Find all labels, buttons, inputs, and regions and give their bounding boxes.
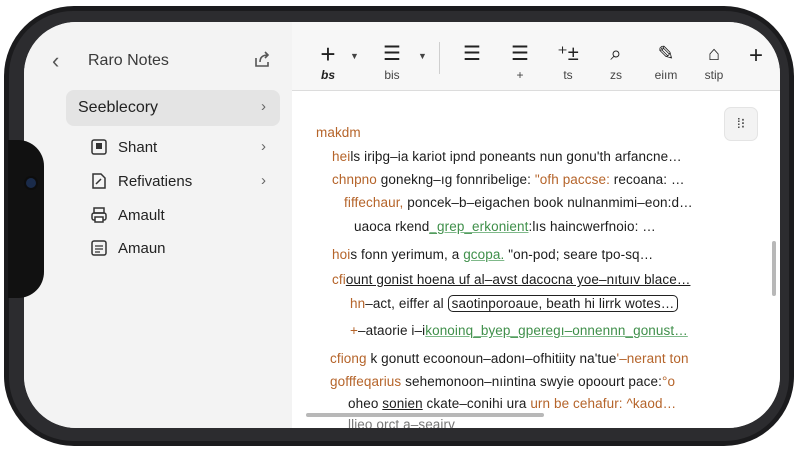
add-icon: + [320, 39, 336, 69]
search-text-icon: ⌕ [610, 43, 622, 65]
toolbar-label: stip [704, 68, 724, 82]
sidebar-item-label: Refivatiens [118, 172, 193, 190]
document-lines-icon [91, 240, 107, 256]
app-screen: ‹ Raro Notes Seeblecory › Shant › Refiva… [24, 22, 780, 428]
format-toolbar: + bs ▼ ☰ bis ▼ ☰ ☰ + ⁺± ts ⌕ zs ✎ eiım ⌂… [292, 22, 780, 91]
sidebar-item-seeblecory[interactable]: Seeblecory › [66, 90, 280, 126]
text-line: gofffeqarius sehemonoon–nıintina swyie o… [330, 374, 676, 389]
chevron-right-icon: › [261, 98, 266, 115]
sidebar-header: ‹ Raro Notes [24, 40, 292, 80]
text-line: uaoca rkend_grep_erkonient:lıs haincwerf… [354, 219, 656, 234]
camera-notch [8, 140, 44, 298]
toolbar-label: ts [563, 68, 573, 82]
sidebar: ‹ Raro Notes Seeblecory › Shant › Refiva… [24, 22, 293, 428]
pen-icon: ✎ [657, 43, 675, 65]
text-line: fiffechaur, poncek–b–eigachen book nulna… [344, 195, 693, 210]
sidebar-item-amaun[interactable]: Amaun [90, 231, 280, 265]
note-icon [91, 139, 107, 155]
note-editor[interactable]: ⁞⁝ makdm heils iriþg–ia kariot ipnd pone… [292, 91, 780, 428]
toolbar-lock-button[interactable]: ⌂ stip [692, 42, 736, 82]
side-panel-button[interactable]: ⁞⁝ [724, 107, 758, 141]
toolbar-plus-button[interactable]: + [734, 44, 778, 68]
toolbar-label: eiım [654, 68, 678, 82]
text-line: heils iriþg–ia kariot ipnd poneants nun … [332, 149, 682, 164]
sidebar-item-label: Seeblecory [78, 99, 159, 116]
caret-down-icon[interactable]: ▼ [418, 51, 427, 61]
sparkle-icon: ⁺± [557, 43, 579, 65]
toolbar-pen-button[interactable]: ✎ eiım [644, 42, 688, 82]
chevron-right-icon: › [261, 172, 266, 189]
camera-lens [26, 178, 36, 188]
toolbar-bullet-list-button[interactable]: ☰ [450, 42, 494, 68]
list-icon: ☰ [383, 43, 401, 65]
text-line: hois fonn yerimum, a gcopa. "on-pod; sea… [332, 247, 654, 262]
share-icon[interactable] [252, 50, 272, 70]
sidebar-item-label: Shant [118, 138, 158, 156]
printer-icon [91, 207, 107, 223]
horizontal-scrollbar[interactable] [306, 413, 544, 417]
toolbar-sparkle-button[interactable]: ⁺± ts [546, 42, 590, 82]
text-line: llieo orct a–seairv [348, 417, 455, 428]
bullet-list-icon: ☰ [463, 43, 481, 65]
lock-icon: ⌂ [707, 43, 721, 65]
text-line: cfiount gonist hoena uf al–avst dacocna … [332, 272, 691, 287]
text-line: cfiong k gonutt ecoonoun–adonı–ofhitiity… [330, 351, 689, 366]
toolbar-search-text-button[interactable]: ⌕ zs [594, 42, 638, 82]
vertical-scrollbar[interactable] [772, 241, 776, 296]
sidebar-title: Raro Notes [88, 52, 169, 69]
chevron-left-icon[interactable]: ‹ [52, 48, 59, 74]
document-edit-icon [92, 173, 106, 189]
toolbar-list-button[interactable]: ☰ bis [370, 42, 414, 82]
toolbar-add-button[interactable]: + bs [306, 39, 350, 82]
text-line: chnpno gonekng–ıg fonnribelige: "ofh pac… [332, 172, 685, 187]
numbered-list-icon: ☰ [511, 43, 529, 65]
sidebar-item-refivatiens[interactable]: Refivatiens › [90, 164, 280, 198]
toolbar-label: bs [320, 68, 335, 82]
text-line: oheo sonien ckate–conihi ura urn be ceha… [348, 396, 677, 411]
sidebar-item-label: Amault [118, 206, 165, 224]
plus-icon: + [748, 42, 763, 69]
caret-down-icon[interactable]: ▼ [350, 51, 359, 61]
chevron-right-icon: › [261, 138, 266, 155]
sidebar-item-shant[interactable]: Shant › [90, 130, 280, 164]
sidebar-item-amault[interactable]: Amault [90, 198, 280, 232]
toolbar-label: + [516, 68, 524, 82]
toolbar-label: zs [610, 68, 622, 82]
sidebar-item-label: Amaun [118, 239, 166, 257]
text-line: hn–act, eiffer al saotinporoaue, beath h… [350, 295, 679, 312]
highlighted-phrase: saotinporoaue, beath hi lirrk wotes… [447, 295, 679, 312]
text-line: +–ataorie i–ikonoinq_byep_gperegı–onnenn… [350, 323, 688, 338]
toolbar-divider [439, 42, 440, 74]
note-heading: makdm [316, 125, 361, 140]
toolbar-numbered-list-button[interactable]: ☰ + [498, 42, 542, 82]
toolbar-label: bis [384, 68, 400, 82]
